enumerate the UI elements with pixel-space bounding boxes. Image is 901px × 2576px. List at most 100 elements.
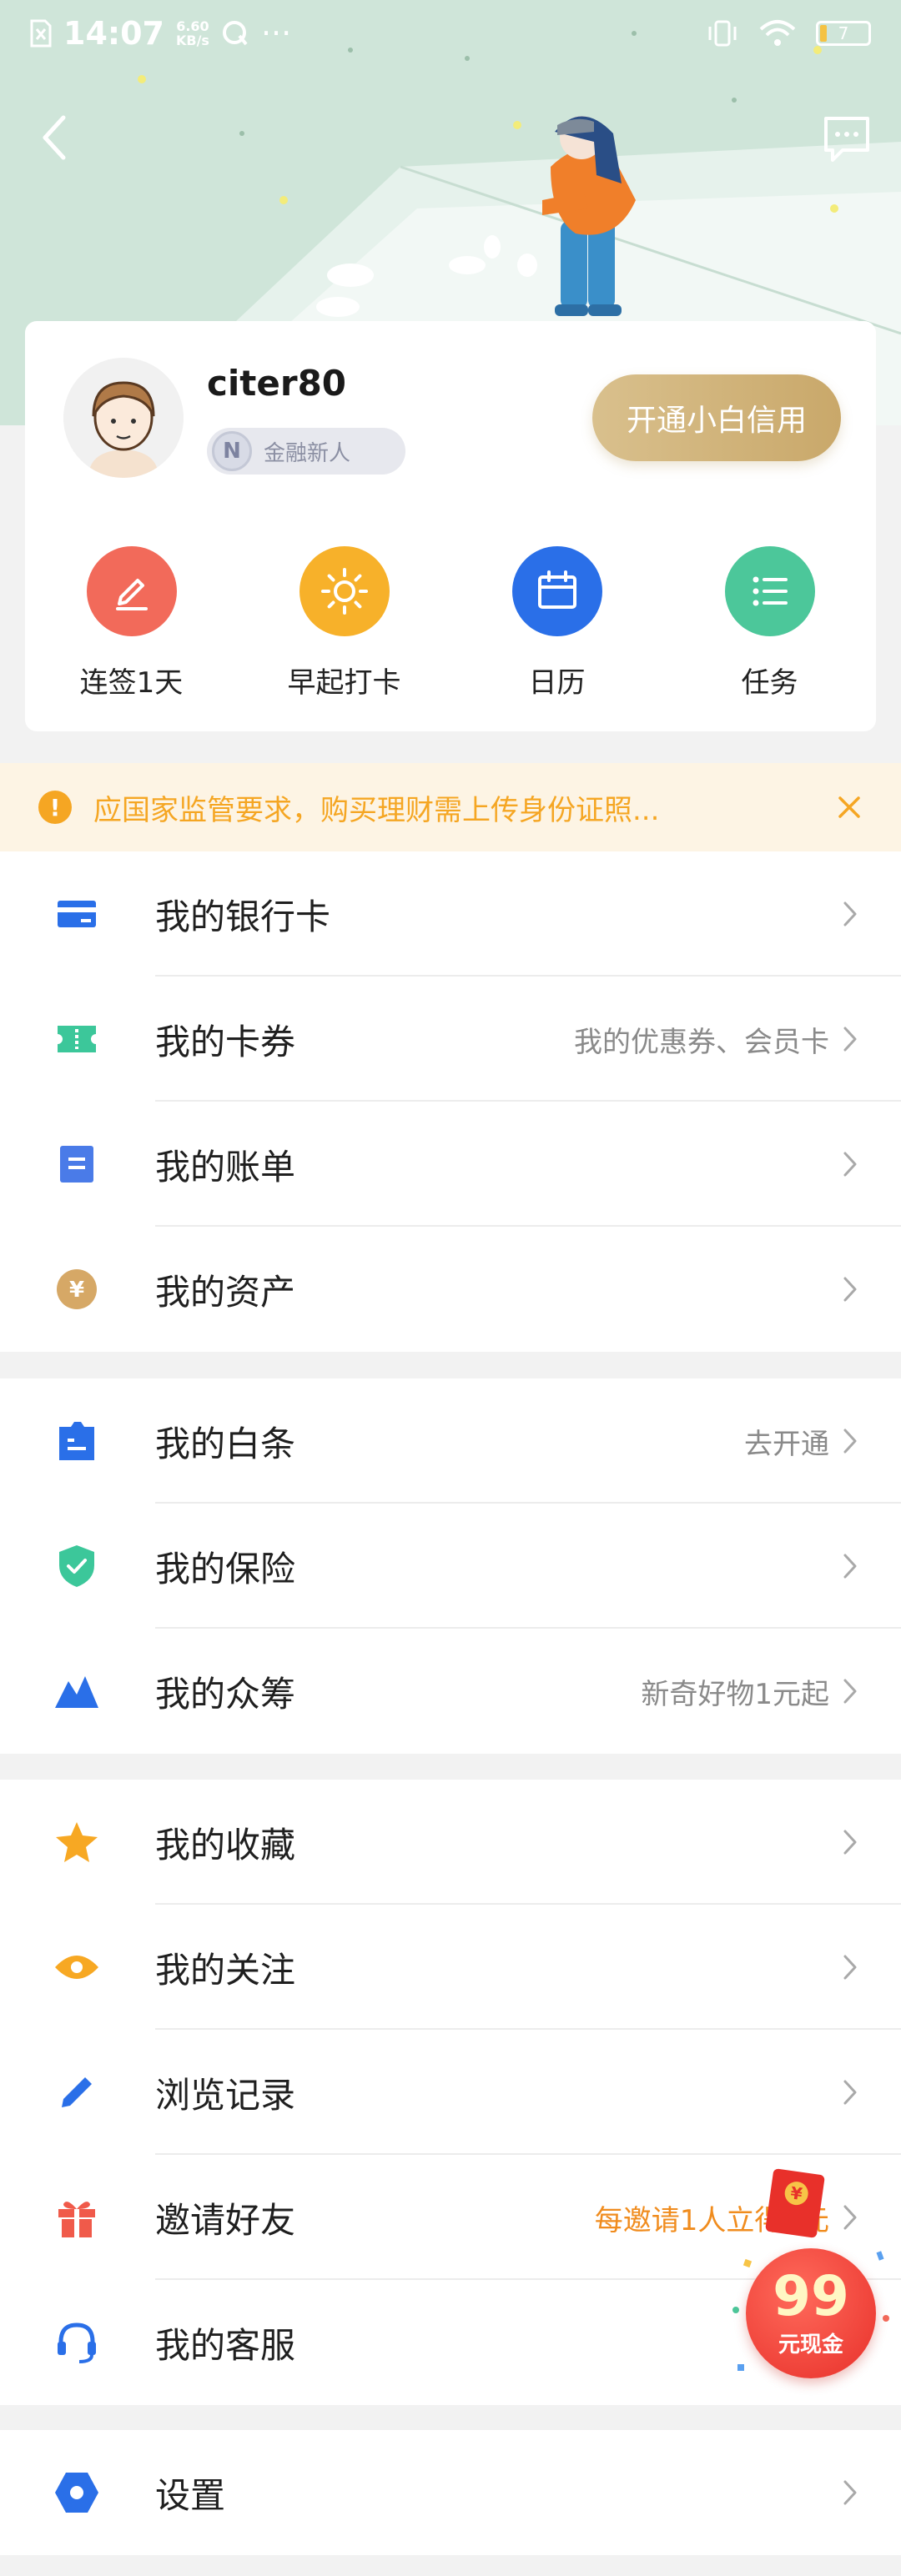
menu-item-crowdfunding[interactable]: 我的众筹 新奇好物1元起 (0, 1629, 901, 1754)
notice-close-button[interactable] (833, 791, 866, 824)
menu-item-bill[interactable]: 我的账单 (0, 1102, 901, 1227)
chevron-right-icon (839, 1147, 861, 1181)
coupon-icon (52, 1014, 102, 1064)
menu-group-services: 我的白条 去开通 我的保险 我的众筹 新奇好物1元起 (0, 1378, 901, 1754)
quick-action-calendar[interactable]: 日历 (450, 546, 663, 705)
message-button[interactable] (823, 115, 871, 163)
sun-icon (299, 546, 390, 636)
chevron-right-icon (839, 2076, 861, 2109)
menu-item-history[interactable]: 浏览记录 (0, 2030, 901, 2155)
chevron-right-icon (839, 1825, 861, 1859)
promo-amount: 99 (773, 2263, 849, 2328)
status-bar: 14:07 6.60 KB/s ··· 7 (0, 0, 901, 67)
menu-item-label: 我的银行卡 (155, 896, 331, 937)
menu-item-label: 邀请好友 (155, 2199, 296, 2241)
member-level-label: 金融新人 (264, 440, 351, 466)
pen-icon (52, 2067, 102, 2117)
network-speed-unit: KB/s (175, 33, 209, 48)
menu-item-label: 我的收藏 (155, 1824, 296, 1865)
avatar[interactable] (63, 358, 184, 478)
warning-icon: ! (38, 791, 72, 824)
chevron-right-icon (839, 897, 861, 931)
menu-item-label: 浏览记录 (155, 2074, 296, 2116)
notice-banner[interactable]: ! 应国家监管要求，购买理财需上传身份证照... (0, 763, 901, 851)
more-notifications: ··· (260, 15, 292, 52)
gift-icon (52, 2192, 102, 2242)
cash-red-packet-promo[interactable]: 99 元现金 (727, 2168, 894, 2385)
menu-item-settings[interactable]: 设置 (0, 2430, 901, 2555)
close-icon (838, 796, 860, 818)
member-level-icon: N (212, 431, 252, 471)
chevron-right-icon (839, 2476, 861, 2509)
menu-item-coupons[interactable]: 我的卡券 我的优惠券、会员卡 (0, 977, 901, 1102)
menu-item-label: 我的卡券 (155, 1021, 296, 1062)
chevron-right-icon (839, 1022, 861, 1056)
network-speed-value: 6.60 (176, 18, 209, 34)
quick-action-checkin[interactable]: 连签1天 (25, 546, 238, 705)
battery-icon: 7 (816, 21, 871, 46)
username: citer80 (207, 363, 347, 404)
menu-item-hint: 我的优惠券、会员卡 (574, 1025, 829, 1059)
network-speed: 6.60 KB/s (176, 19, 209, 48)
avatar-image (63, 358, 184, 478)
chevron-right-icon (839, 1951, 861, 1984)
menu-item-label: 我的关注 (155, 1949, 296, 1991)
quick-action-label: 早起打卡 (287, 666, 401, 700)
message-icon (824, 117, 869, 162)
menu-item-bank-card[interactable]: 我的银行卡 (0, 851, 901, 977)
calendar-icon (511, 546, 602, 636)
profile-card: citer80 N 金融新人 开通小白信用 连签1天 早起打卡 日历 任务 (25, 321, 876, 731)
quick-action-tasks[interactable]: 任务 (663, 546, 876, 705)
promo-badge: 99 元现金 (746, 2248, 876, 2378)
menu-item-label: 我的资产 (155, 1271, 296, 1313)
list-icon (724, 546, 815, 636)
battery-level: 7 (838, 23, 849, 43)
star-icon (52, 1817, 102, 1867)
quick-action-label: 连签1天 (79, 666, 184, 700)
wifi-icon (759, 20, 796, 46)
quick-action-label: 日历 (528, 666, 586, 700)
menu-item-label: 我的账单 (155, 1146, 296, 1188)
pencil-icon (86, 546, 177, 636)
member-level-badge[interactable]: N 金融新人 (207, 428, 405, 475)
bill-icon (52, 1139, 102, 1189)
promo-label: 元现金 (778, 2332, 843, 2358)
baitiao-icon (52, 1416, 102, 1466)
back-button[interactable] (33, 108, 75, 167)
headset-icon (52, 2317, 102, 2368)
menu-group-finance: 我的银行卡 我的卡券 我的优惠券、会员卡 我的账单 ¥ 我的资产 (0, 851, 901, 1352)
asset-icon: ¥ (52, 1264, 102, 1314)
menu-item-label: 我的白条 (155, 1423, 296, 1464)
menu-item-baitiao[interactable]: 我的白条 去开通 (0, 1378, 901, 1504)
menu-item-label: 我的客服 (155, 2324, 296, 2366)
settings-icon (52, 2468, 102, 2518)
quick-action-label: 任务 (741, 666, 798, 700)
menu-item-following[interactable]: 我的关注 (0, 1905, 901, 2030)
status-time: 14:07 (63, 15, 164, 52)
chevron-left-icon (43, 115, 66, 160)
chevron-right-icon (839, 1675, 861, 1708)
open-credit-button[interactable]: 开通小白信用 (592, 374, 841, 461)
menu-item-label: 我的众筹 (155, 1673, 296, 1715)
vibrate-icon (708, 20, 737, 47)
menu-item-insurance[interactable]: 我的保险 (0, 1504, 901, 1629)
menu-item-hint: 去开通 (744, 1427, 829, 1461)
bank-card-icon (52, 889, 102, 939)
notice-text: 应国家监管要求，购买理财需上传身份证照... (93, 793, 660, 827)
menu-item-assets[interactable]: ¥ 我的资产 (0, 1227, 901, 1352)
chevron-right-icon (839, 1424, 861, 1458)
svg-text:¥: ¥ (69, 1278, 84, 1303)
chevron-right-icon (839, 1273, 861, 1306)
menu-item-hint: 新奇好物1元起 (641, 1677, 829, 1711)
menu-item-favorites[interactable]: 我的收藏 (0, 1780, 901, 1905)
crowdfunding-icon (52, 1666, 102, 1716)
quick-actions: 连签1天 早起打卡 日历 任务 (25, 546, 876, 705)
insurance-shield-icon (52, 1541, 102, 1591)
sim-card-icon (30, 19, 52, 48)
menu-item-label: 设置 (155, 2474, 226, 2516)
eye-icon (52, 1942, 102, 1992)
quick-action-early-rise[interactable]: 早起打卡 (238, 546, 450, 705)
menu-item-label: 我的保险 (155, 1548, 296, 1589)
app-notification-icon (222, 21, 248, 46)
chevron-right-icon (839, 1549, 861, 1583)
